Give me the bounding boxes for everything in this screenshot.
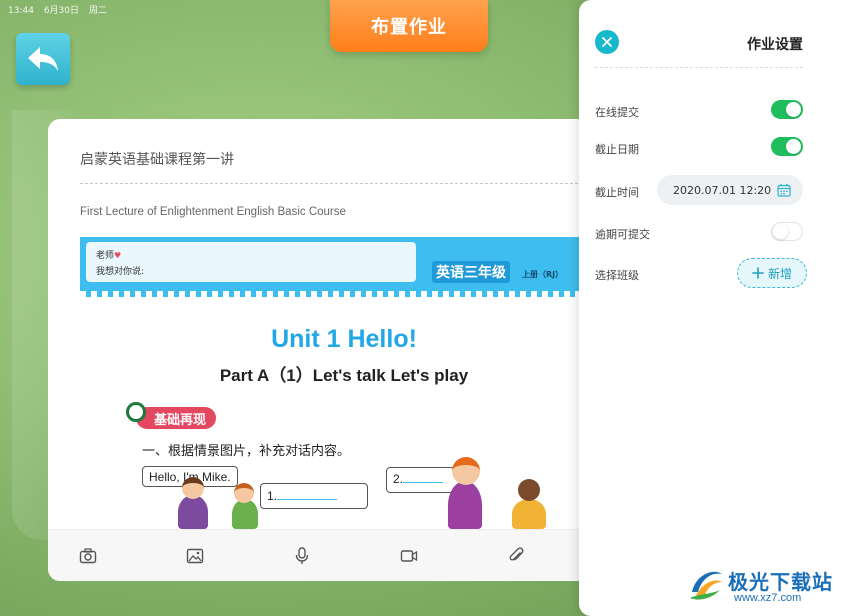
speech-bubble-blank-2: 2. — [386, 467, 460, 493]
header-stripe — [80, 291, 608, 297]
deadline-date-toggle[interactable] — [771, 137, 803, 156]
panel-divider — [595, 67, 803, 68]
aurora-logo-icon — [690, 571, 722, 600]
kid-head-2 — [234, 483, 254, 503]
add-class-label: 新增 — [767, 266, 792, 281]
back-button[interactable] — [16, 33, 70, 85]
lesson-description: First Lecture of Enlightenment English B… — [80, 206, 346, 218]
deadline-date-label: 截止日期 — [595, 143, 639, 156]
status-time: 13:44 — [8, 6, 34, 16]
speech-bubble-blank-1: 1. — [260, 483, 368, 509]
edition-label: 上册（RJ） — [522, 270, 564, 279]
divider — [80, 183, 608, 184]
kid-head-4 — [518, 479, 540, 501]
kid-illustration-4 — [512, 499, 546, 529]
heart-icon: ♥ — [114, 251, 122, 260]
teacher-note-line1: 老师 — [96, 251, 115, 261]
blank-number-2: 2. — [393, 472, 404, 486]
watermark-title: 极光下载站 — [728, 570, 833, 594]
add-class-button[interactable]: 新增 — [737, 258, 807, 288]
select-class-label: 选择班级 — [595, 269, 639, 282]
section-badge: 基础再现 — [136, 407, 217, 429]
close-icon — [602, 37, 612, 47]
site-watermark: 极光下载站 www.xz7.com — [686, 562, 836, 608]
online-submit-label: 在线提交 — [595, 106, 639, 119]
panel-title: 作业设置 — [747, 37, 803, 53]
kid-illustration-3 — [448, 481, 482, 529]
kid-illustration-1 — [178, 495, 208, 529]
worksheet-header: 老师♥ 我想对你说: 英语三年级 上册（RJ） — [80, 237, 608, 297]
attachment-icon — [509, 547, 524, 561]
status-date: 6月30日 — [43, 6, 79, 16]
deadline-time-label: 截止时间 — [595, 186, 639, 199]
worksheet-image[interactable]: 老师♥ 我想对你说: 英语三年级 上册（RJ） Unit 1 Hello! Pa… — [80, 237, 608, 529]
grade-label: 英语三年级 — [432, 261, 510, 283]
kid-illustration-2 — [232, 499, 258, 529]
blank-number-1: 1. — [267, 489, 278, 503]
video-icon — [400, 550, 418, 562]
online-submit-toggle[interactable] — [771, 100, 803, 119]
camera-button[interactable] — [77, 545, 99, 567]
unit-title: Unit 1 Hello! — [271, 325, 417, 353]
back-arrow-icon — [28, 47, 58, 71]
status-weekday: 周二 — [88, 6, 107, 16]
microphone-icon — [295, 547, 309, 564]
attachment-toolbar — [48, 529, 608, 581]
magnifier-icon — [126, 402, 146, 422]
attachment-button[interactable] — [505, 545, 527, 567]
camera-icon — [79, 548, 97, 564]
late-submit-toggle[interactable] — [771, 222, 803, 241]
calendar-icon — [777, 184, 791, 197]
assign-homework-button[interactable]: 布置作业 — [330, 0, 488, 52]
video-button[interactable] — [398, 545, 420, 567]
teacher-note-line2: 我想对你说: — [96, 267, 145, 277]
kid-head-1 — [182, 477, 204, 499]
deadline-time-field[interactable]: 2020.07.01 12:20 — [657, 175, 803, 205]
teacher-note-box: 老师♥ 我想对你说: — [86, 242, 416, 282]
part-title: Part A（1）Let's talk Let's play — [219, 366, 469, 385]
watermark-url: www.xz7.com — [734, 592, 802, 604]
lesson-title: 启蒙英语基础课程第一讲 — [80, 152, 234, 168]
exercise-instruction: 一、根据情景图片，补充对话内容。 — [142, 444, 351, 459]
image-button[interactable] — [184, 545, 206, 567]
deadline-time-value: 2020.07.01 12:20 — [673, 183, 772, 197]
voice-button[interactable] — [291, 545, 313, 567]
image-icon — [186, 548, 204, 564]
kid-head-3 — [452, 457, 480, 485]
homework-settings-panel: 作业设置 在线提交 截止日期 截止时间 2020.07.01 12:20 逾期可… — [579, 0, 845, 616]
plus-icon — [752, 267, 764, 279]
lesson-card: 启蒙英语基础课程第一讲 First Lecture of Enlightenme… — [48, 119, 608, 581]
close-button[interactable] — [595, 30, 619, 54]
late-submit-label: 逾期可提交 — [595, 228, 650, 241]
